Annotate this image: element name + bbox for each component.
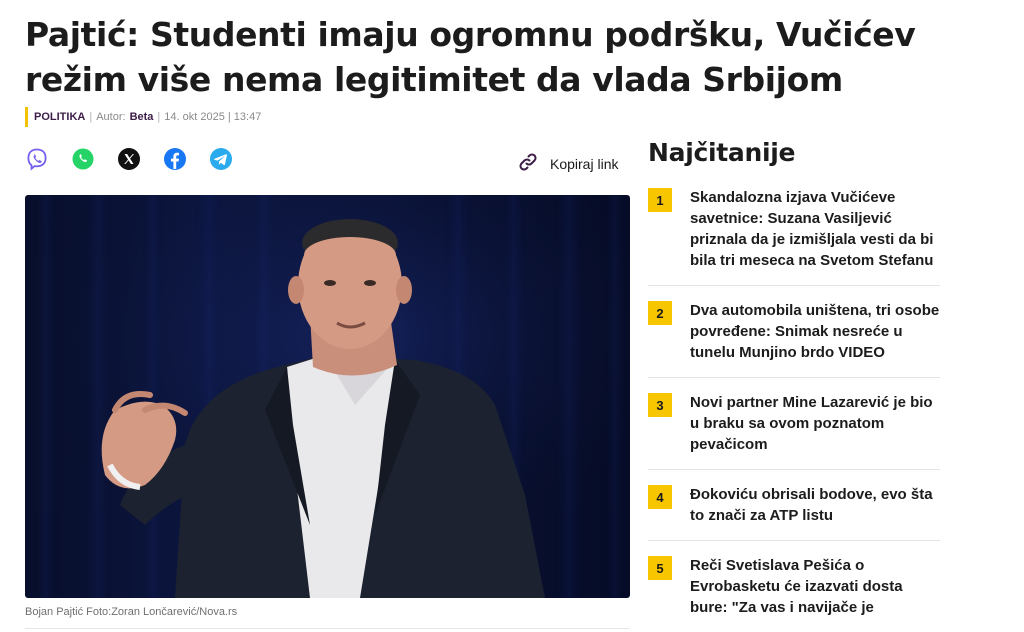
copy-link-button[interactable]: Kopiraj link — [516, 150, 618, 177]
link-icon — [516, 150, 540, 177]
author-link[interactable]: Beta — [130, 111, 154, 123]
list-item[interactable]: 4 Đokoviću obrisali bodove, evo šta to z… — [648, 484, 940, 541]
copy-link-label: Kopiraj link — [550, 155, 619, 172]
sidebar-title: Najčitanije — [648, 138, 796, 167]
list-item-title[interactable]: Skandalozna izjava Vučićeve savetnice: S… — [690, 187, 940, 271]
whatsapp-icon[interactable] — [71, 147, 95, 171]
rank-badge: 5 — [648, 556, 672, 580]
viber-icon[interactable] — [25, 147, 49, 171]
list-item-title[interactable]: Dva automobila uništena, tri osobe povre… — [690, 300, 940, 363]
rank-badge: 1 — [648, 188, 672, 212]
list-item-title[interactable]: Đokoviću obrisali bodove, evo šta to zna… — [690, 484, 940, 526]
list-item[interactable]: 5 Reči Svetislava Pešića o Evrobasketu ć… — [648, 555, 940, 632]
author-label: Autor: — [96, 111, 126, 123]
publish-date: 14. okt 2025 | 13:47 — [164, 111, 262, 123]
rank-badge: 2 — [648, 301, 672, 325]
image-caption: Bojan Pajtić Foto:Zoran Lončarević/Nova.… — [25, 606, 238, 618]
list-item-title[interactable]: Novi partner Mine Lazarević je bio u bra… — [690, 392, 940, 455]
list-item[interactable]: 3 Novi partner Mine Lazarević je bio u b… — [648, 392, 940, 470]
most-read-sidebar: Najčitanije 1 Skandalozna izjava Vučićev… — [648, 138, 940, 632]
telegram-icon[interactable] — [209, 147, 233, 171]
category-link[interactable]: POLITIKA — [34, 111, 85, 123]
facebook-icon[interactable] — [163, 147, 187, 171]
share-bar — [25, 147, 233, 171]
article-headline: Pajtić: Studenti imaju ogromnu podršku, … — [25, 15, 916, 99]
list-item[interactable]: 1 Skandalozna izjava Vučićeve savetnice:… — [648, 187, 940, 286]
x-icon[interactable] — [117, 147, 141, 171]
rank-badge: 4 — [648, 485, 672, 509]
article-meta: POLITIKA | Autor: Beta | 14. okt 2025 | … — [25, 107, 261, 127]
divider — [25, 628, 630, 629]
rank-badge: 3 — [648, 393, 672, 417]
list-item-title[interactable]: Reči Svetislava Pešića o Evrobasketu će … — [690, 555, 940, 618]
article-hero-image — [25, 195, 630, 598]
list-item[interactable]: 2 Dva automobila uništena, tri osobe pov… — [648, 300, 940, 378]
